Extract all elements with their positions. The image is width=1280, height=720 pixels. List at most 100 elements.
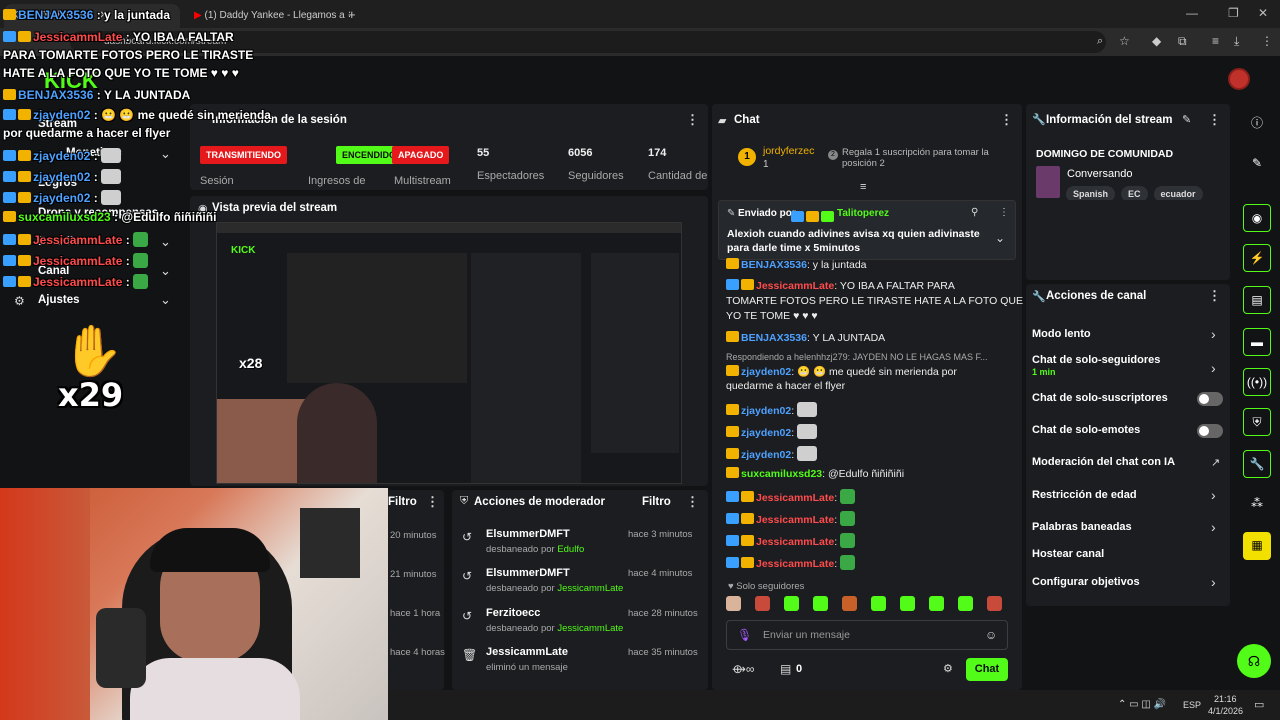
channel-action-item[interactable]: Chat de solo-emotes	[1032, 424, 1140, 436]
chat-username[interactable]: suxcamiluxsd23	[741, 468, 822, 480]
menu-dots-icon[interactable]: ⋮	[999, 207, 1009, 218]
emote-icon[interactable]	[871, 596, 886, 611]
lightning-icon[interactable]: ⚡	[1243, 244, 1271, 272]
emote-icon[interactable]	[755, 596, 770, 611]
chat-username[interactable]: JessicammLate	[756, 558, 834, 570]
store-icon[interactable]: ▤	[780, 662, 791, 676]
menu-dots-icon[interactable]: ⋮	[686, 112, 699, 128]
chat-username[interactable]: JessicammLate	[756, 514, 834, 526]
edit-icon[interactable]: ✎	[1243, 150, 1271, 178]
menu-dots-icon[interactable]: ⋮	[426, 494, 439, 510]
edit-icon[interactable]: ✎	[1182, 113, 1191, 126]
channel-action-item[interactable]: Chat de solo-suscriptores	[1032, 392, 1168, 404]
chat-username[interactable]: zjayden02	[741, 366, 791, 378]
stream-tag[interactable]: EC	[1121, 186, 1148, 200]
nodes-icon[interactable]: ⁂	[1243, 490, 1271, 518]
zoom-icon[interactable]: ⌕	[1097, 35, 1103, 48]
info-icon[interactable]: ⓘ	[1243, 110, 1271, 138]
sidebar-item-ajustes[interactable]: Ajustes	[38, 294, 80, 306]
channel-action-item[interactable]: Moderación del chat con IA	[1032, 456, 1175, 468]
pinned-user[interactable]: Talitoperez	[837, 208, 889, 219]
sub-top-user[interactable]: jordyferzec	[763, 145, 814, 157]
notification-icon[interactable]: ▭	[1254, 698, 1264, 711]
mod-action-by[interactable]: JessicammLate	[557, 583, 623, 594]
avatar[interactable]	[1228, 68, 1250, 90]
emote-icon[interactable]	[987, 596, 1002, 611]
shield-icon[interactable]: ⛨	[1243, 408, 1271, 436]
mod-action-user[interactable]: JessicammLate	[486, 646, 568, 658]
chat-username[interactable]: BENJAX3536	[741, 332, 807, 344]
channel-action-item[interactable]: Chat de solo-seguidores	[1032, 354, 1160, 366]
mod-action-by[interactable]: JessicammLate	[557, 623, 623, 634]
camera-icon[interactable]: ◉	[1243, 204, 1271, 232]
system-tray-icons[interactable]: ⌃ ▭ ◫ 🔊	[1118, 699, 1166, 710]
extension-icon[interactable]: ◆	[1152, 34, 1161, 48]
send-chat-button[interactable]: Chat	[966, 658, 1008, 681]
menu-dots-icon[interactable]: ⋮	[1000, 112, 1013, 128]
wrench-icon[interactable]: 🔧	[1243, 450, 1271, 478]
menu-dots-icon[interactable]: ⋮	[1261, 34, 1273, 48]
support-headset-icon[interactable]: ☊	[1237, 644, 1271, 678]
external-link-icon[interactable]: ↗	[1211, 456, 1220, 469]
points-icon[interactable]: ⟴∞	[732, 662, 754, 676]
chevron-right-icon[interactable]: ›	[1211, 519, 1216, 535]
download-icon[interactable]: ⤓	[1234, 34, 1239, 49]
playlist-icon[interactable]: ≡	[1212, 34, 1219, 48]
chevron-right-icon[interactable]: ›	[1211, 360, 1216, 376]
filter-button[interactable]: Filtro	[388, 496, 417, 508]
chevron-down-icon[interactable]: ⌄	[995, 231, 1005, 245]
menu-dots-icon[interactable]: ⋮	[1208, 288, 1221, 304]
emote-icon[interactable]	[726, 596, 741, 611]
clapperboard-icon[interactable]: ▦	[1243, 532, 1271, 560]
filter-button[interactable]: Filtro	[642, 496, 671, 508]
stream-tag[interactable]: ecuador	[1153, 186, 1203, 200]
emoji-icon[interactable]: ☺	[985, 628, 997, 642]
chat-username[interactable]: JessicammLate	[756, 492, 834, 504]
broadcast-icon[interactable]: ((•))	[1243, 368, 1271, 396]
pinned-message[interactable]: ✎ Enviado por Talitoperez ⚲ ⋮ Alexioh cu…	[718, 200, 1016, 260]
collapse-icon[interactable]: ≡	[860, 181, 866, 193]
emote-icon[interactable]	[958, 596, 973, 611]
emote-icon[interactable]	[813, 596, 828, 611]
tab-youtube[interactable]: ▶ (1) Daddy Yankee - Llegamos a ✕	[186, 4, 350, 28]
channel-action-item[interactable]: Restricción de edad	[1032, 489, 1137, 501]
chevron-down-icon[interactable]: ⌄	[160, 234, 171, 250]
document-icon[interactable]: ▤	[1243, 286, 1271, 314]
bookmark-star-icon[interactable]: ☆	[1119, 34, 1130, 48]
chevron-down-icon[interactable]: ⌄	[160, 263, 171, 279]
channel-action-item[interactable]: Palabras baneadas	[1032, 521, 1132, 533]
menu-dots-icon[interactable]: ⋮	[1208, 112, 1221, 128]
mod-action-by[interactable]: Edulfo	[557, 544, 584, 555]
puzzle-icon[interactable]: ⧉	[1178, 34, 1187, 49]
chevron-down-icon[interactable]: ⌄	[160, 146, 171, 162]
chat-input[interactable]: 🎙 Enviar un mensaje ☺	[726, 620, 1008, 650]
stream-tag[interactable]: Spanish	[1066, 186, 1116, 200]
gear-icon[interactable]: ⚙	[943, 662, 953, 675]
chat-username[interactable]: zjayden02	[741, 405, 791, 417]
chat-username[interactable]: JessicammLate	[756, 536, 834, 548]
window-close-icon[interactable]: ✕	[1258, 6, 1268, 20]
emote-icon[interactable]	[842, 596, 857, 611]
emote-icon[interactable]	[784, 596, 799, 611]
channel-action-item[interactable]: Hostear canal	[1032, 548, 1104, 560]
mod-action-user[interactable]: ElsummerDMFT	[486, 528, 570, 540]
channel-action-item[interactable]: Modo lento	[1032, 328, 1091, 340]
menu-dots-icon[interactable]: ⋮	[686, 494, 699, 510]
chevron-right-icon[interactable]: ›	[1211, 487, 1216, 503]
chevron-down-icon[interactable]: ⌄	[160, 292, 171, 308]
emote-icon[interactable]	[900, 596, 915, 611]
new-tab-button[interactable]: +	[346, 4, 364, 28]
mic-icon[interactable]: 🎙	[737, 628, 752, 642]
pin-icon[interactable]: ⚲	[971, 207, 978, 218]
toggle-switch[interactable]	[1197, 424, 1223, 438]
category-name[interactable]: Conversando	[1067, 168, 1132, 180]
emote-icon[interactable]	[929, 596, 944, 611]
channel-action-item[interactable]: Configurar objetivos	[1032, 576, 1140, 588]
chevron-right-icon[interactable]: ›	[1211, 574, 1216, 590]
preview-video[interactable]: KICK x28	[216, 222, 682, 484]
mod-action-user[interactable]: Ferzitoecc	[486, 607, 540, 619]
chat-username[interactable]: JessicammLate	[756, 280, 834, 292]
chat-username[interactable]: zjayden02	[741, 427, 791, 439]
chat-bubble-icon[interactable]: ▬	[1243, 328, 1271, 356]
toggle-switch[interactable]	[1197, 392, 1223, 406]
